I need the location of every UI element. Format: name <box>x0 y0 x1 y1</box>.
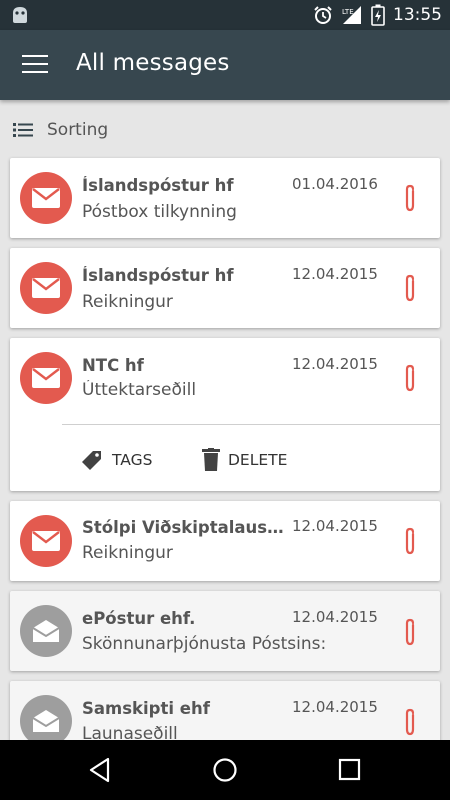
back-icon[interactable] <box>88 757 112 783</box>
svg-text:LTE: LTE <box>342 8 354 16</box>
envelope-closed-icon <box>20 515 72 567</box>
alarm-icon <box>314 6 332 24</box>
hamburger-menu-icon[interactable] <box>22 55 48 75</box>
envelope-closed-icon <box>20 172 72 224</box>
attachment-icon <box>405 364 415 392</box>
message-subject: Póstbox tilkynning <box>82 202 237 222</box>
attachment-icon <box>405 708 415 736</box>
navigation-bar <box>0 740 450 800</box>
sorting-button[interactable]: Sorting <box>0 112 450 148</box>
message-date: 01.04.2016 <box>292 175 378 193</box>
message-subject: Reikningur <box>82 543 173 563</box>
home-icon[interactable] <box>212 757 238 783</box>
message-subject: Reikningur <box>82 292 173 312</box>
message-card[interactable]: Íslandspóstur hf Póstbox tilkynning 01.0… <box>10 158 440 238</box>
message-card[interactable]: Stólpi Viðskiptalausnir ehf Reikningur 1… <box>10 501 440 581</box>
list-icon <box>13 123 33 137</box>
clock-time: 13:55 <box>393 5 442 25</box>
message-sender: Samskipti ehf <box>82 699 210 718</box>
message-sender: NTC hf <box>82 356 144 375</box>
message-sender: Íslandspóstur hf <box>82 266 234 285</box>
tags-button[interactable]: TAGS <box>80 448 152 472</box>
attachment-icon <box>405 527 415 555</box>
message-card[interactable]: ePóstur ehf. Skönnunarþjónusta Póstsins:… <box>10 591 440 671</box>
recents-icon[interactable] <box>338 757 362 783</box>
attachment-icon <box>405 618 415 646</box>
attachment-icon <box>405 274 415 302</box>
message-date: 12.04.2015 <box>292 698 378 716</box>
message-sender: Íslandspóstur hf <box>82 176 234 195</box>
android-icon <box>13 7 27 23</box>
attachment-icon <box>405 184 415 212</box>
message-date: 12.04.2015 <box>292 355 378 373</box>
tag-icon <box>82 451 101 470</box>
envelope-closed-icon <box>20 262 72 314</box>
message-card-expanded[interactable]: NTC hf Úttektarseðill 12.04.2015 TAGS DE… <box>10 338 440 491</box>
message-date: 12.04.2015 <box>292 265 378 283</box>
envelope-open-icon <box>20 605 72 657</box>
envelope-closed-icon <box>20 352 72 404</box>
message-subject: Úttektarseðill <box>82 380 197 400</box>
message-subject: Skönnunarþjónusta Póstsins: <box>82 634 327 654</box>
delete-label: DELETE <box>228 451 288 469</box>
message-date: 12.04.2015 <box>292 608 378 626</box>
divider <box>62 424 440 425</box>
battery-icon <box>371 4 385 26</box>
status-bar: LTE 13:55 <box>0 0 450 30</box>
message-date: 12.04.2015 <box>292 517 378 535</box>
app-bar: All messages <box>0 30 450 100</box>
message-sender: Stólpi Viðskiptalausnir ehf <box>82 518 287 537</box>
signal-icon: LTE <box>342 6 361 24</box>
message-sender: ePóstur ehf. <box>82 609 196 628</box>
delete-button[interactable]: DELETE <box>202 448 287 472</box>
trash-icon <box>202 448 220 471</box>
tags-label: TAGS <box>112 451 153 469</box>
message-card[interactable]: Íslandspóstur hf Reikningur 12.04.2015 <box>10 248 440 328</box>
page-title: All messages <box>76 50 230 76</box>
sorting-label: Sorting <box>47 120 109 140</box>
